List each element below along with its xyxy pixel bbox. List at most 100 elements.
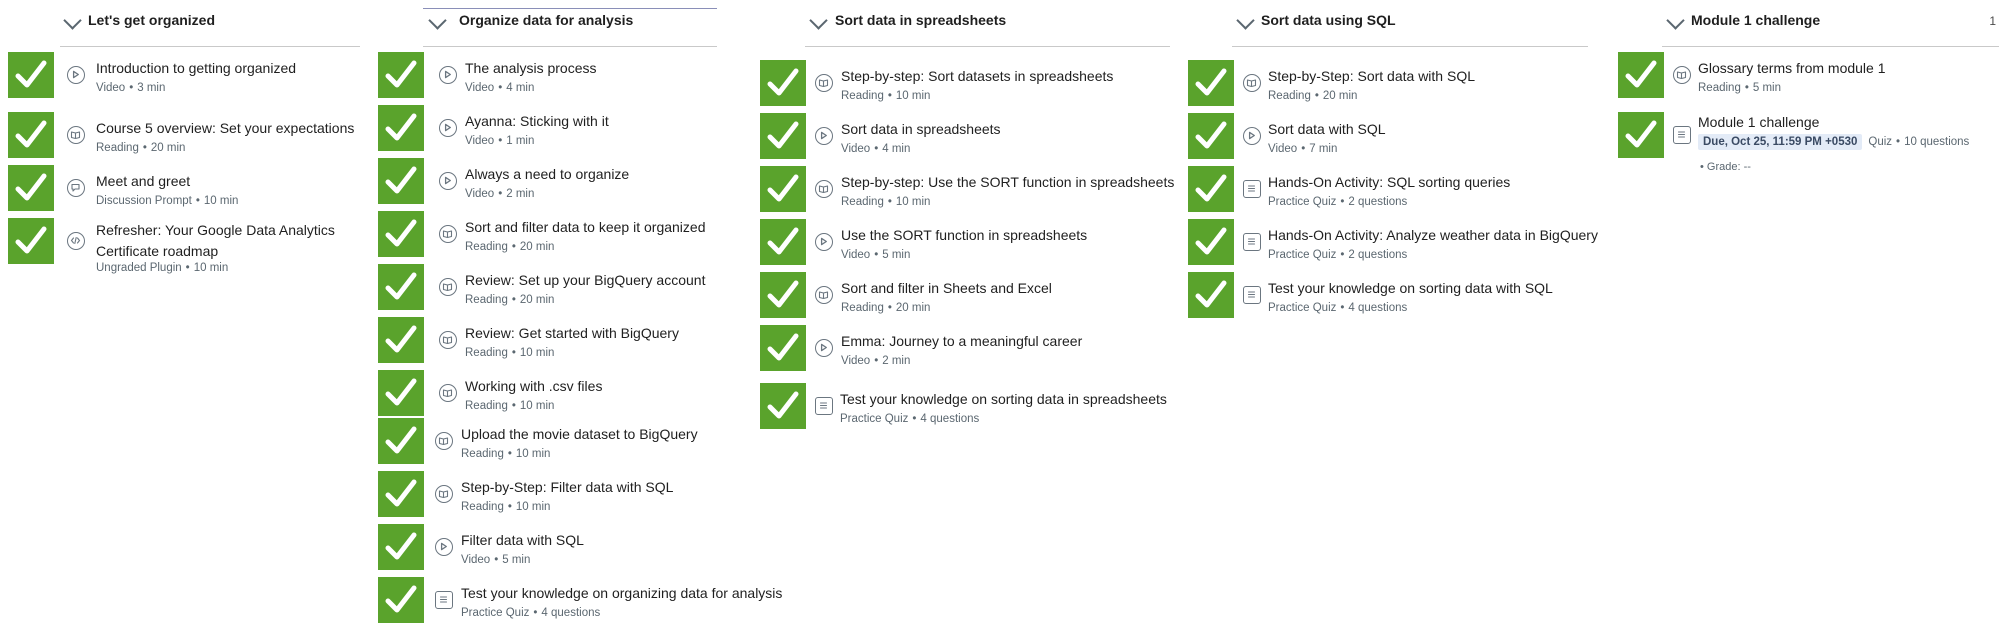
list-item[interactable]: Course 5 overview: Set your expectations… — [0, 112, 360, 160]
item-title[interactable]: Test your knowledge on sorting data in s… — [840, 391, 1167, 407]
item-title[interactable]: Step-by-step: Use the SORT function in s… — [841, 174, 1174, 190]
chevron-down-icon[interactable] — [1666, 11, 1685, 30]
list-item[interactable]: Module 1 challenge Due, Oct 25, 11:59 PM… — [1618, 112, 1999, 182]
list-item[interactable]: Step-by-step: Sort datasets in spreadshe… — [760, 60, 1170, 108]
list-item[interactable]: Test your knowledge on sorting data with… — [1188, 272, 1588, 320]
list-item[interactable]: Review: Get started with BigQuery Readin… — [360, 317, 760, 365]
item-title[interactable]: The analysis process — [465, 60, 597, 76]
completed-check-icon — [760, 60, 806, 106]
list-item[interactable]: Step-by-step: Use the SORT function in s… — [760, 166, 1174, 214]
item-title[interactable]: Working with .csv files — [465, 378, 602, 394]
item-title[interactable]: Hands-On Activity: Analyze weather data … — [1268, 227, 1598, 243]
section-module-1-challenge: Module 1 challenge 1 Glossary terms from… — [1618, 0, 1999, 637]
item-meta: Ungraded Plugin • 10 min — [96, 262, 229, 274]
completed-check-icon — [1188, 272, 1234, 318]
item-title[interactable]: Sort and filter data to keep it organize… — [465, 219, 705, 235]
completed-check-icon — [378, 418, 424, 464]
item-title[interactable]: Step-by-step: Sort datasets in spreadshe… — [841, 68, 1113, 84]
section-header[interactable]: Let's get organized — [60, 0, 360, 47]
book-icon — [435, 432, 453, 450]
item-title[interactable]: Meet and greet — [96, 173, 190, 189]
book-icon — [815, 74, 833, 92]
item-title[interactable]: Step-by-Step: Sort data with SQL — [1268, 68, 1475, 84]
play-icon — [815, 127, 833, 145]
quiz-icon — [1243, 286, 1261, 304]
course-module-page: Let's get organized Introduction to gett… — [0, 0, 1999, 637]
chevron-down-icon[interactable] — [809, 11, 828, 30]
item-title[interactable]: Emma: Journey to a meaningful career — [841, 333, 1082, 349]
item-title[interactable]: Use the SORT function in spreadsheets — [841, 227, 1087, 243]
play-icon — [439, 119, 457, 137]
section-count: 1 — [1989, 14, 1996, 28]
item-meta: Reading • 10 min — [841, 196, 931, 208]
due-date-badge: Due, Oct 25, 11:59 PM +0530 — [1698, 134, 1863, 150]
list-item[interactable]: Sort data with SQL Video • 7 min — [1188, 113, 1588, 161]
section-header[interactable]: Sort data in spreadsheets — [805, 0, 1170, 47]
chevron-down-icon[interactable] — [63, 11, 82, 30]
list-item[interactable]: The analysis process Video • 4 min — [360, 52, 760, 100]
list-item[interactable]: Filter data with SQL Video • 5 min — [360, 524, 760, 572]
item-title[interactable]: Upload the movie dataset to BigQuery — [461, 426, 698, 442]
item-title[interactable]: Review: Get started with BigQuery — [465, 325, 679, 341]
completed-check-icon — [8, 165, 54, 211]
item-title[interactable]: Sort data with SQL — [1268, 121, 1386, 137]
list-item[interactable]: Sort and filter data to keep it organize… — [360, 211, 760, 259]
item-title[interactable]: Course 5 overview: Set your expectations — [96, 120, 354, 136]
quiz-icon — [1243, 180, 1261, 198]
item-meta: Reading • 10 min — [465, 400, 555, 412]
item-meta: Reading • 20 min — [1268, 90, 1358, 102]
list-item[interactable]: Sort data in spreadsheets Video • 4 min — [760, 113, 1170, 161]
chevron-down-icon[interactable] — [1236, 11, 1255, 30]
item-title[interactable]: Module 1 challenge — [1698, 114, 1819, 130]
list-item[interactable]: Step-by-Step: Sort data with SQL Reading… — [1188, 60, 1588, 108]
list-item[interactable]: Ayanna: Sticking with it Video • 1 min — [360, 105, 760, 153]
item-title[interactable]: Test your knowledge on sorting data with… — [1268, 280, 1553, 296]
book-icon — [439, 331, 457, 349]
list-item[interactable]: Meet and greet Discussion Prompt • 10 min — [0, 165, 360, 213]
item-title[interactable]: Introduction to getting organized — [96, 60, 296, 76]
item-title[interactable]: Hands-On Activity: SQL sorting queries — [1268, 174, 1510, 190]
list-item[interactable]: Review: Set up your BigQuery account Rea… — [360, 264, 760, 312]
item-title[interactable]: Ayanna: Sticking with it — [465, 113, 609, 129]
list-item[interactable]: Hands-On Activity: Analyze weather data … — [1188, 219, 1598, 267]
chevron-down-icon[interactable] — [428, 11, 447, 30]
book-icon — [815, 180, 833, 198]
list-item[interactable]: Introduction to getting organized Video •… — [0, 52, 360, 100]
item-title[interactable]: Sort and filter in Sheets and Excel — [841, 280, 1052, 296]
completed-check-icon — [378, 370, 424, 416]
list-item[interactable]: Sort and filter in Sheets and Excel Read… — [760, 272, 1170, 320]
section-header[interactable]: Module 1 challenge 1 — [1662, 0, 1999, 47]
section-header[interactable]: Organize data for analysis — [423, 0, 717, 47]
item-title[interactable]: Refresher: Your Google Data Analytics Ce… — [96, 220, 341, 262]
completed-check-icon — [8, 52, 54, 98]
item-title[interactable]: Glossary terms from module 1 — [1698, 60, 1886, 76]
list-item[interactable]: Test your knowledge on organizing data f… — [360, 577, 782, 625]
play-icon — [439, 66, 457, 84]
list-item[interactable]: Working with .csv files Reading • 10 min — [360, 370, 760, 418]
item-title[interactable]: Step-by-Step: Filter data with SQL — [461, 479, 673, 495]
list-item[interactable]: Step-by-Step: Filter data with SQL Readi… — [360, 471, 760, 519]
list-item[interactable]: Test your knowledge on sorting data in s… — [760, 383, 1170, 431]
item-title[interactable]: Test your knowledge on organizing data f… — [461, 585, 782, 601]
item-meta: Reading • 20 min — [96, 142, 186, 154]
list-item[interactable]: Always a need to organize Video • 2 min — [360, 158, 760, 206]
section-title: Organize data for analysis — [459, 12, 634, 28]
section-header[interactable]: Sort data using SQL — [1232, 0, 1588, 47]
list-item[interactable]: Refresher: Your Google Data Analytics Ce… — [0, 218, 360, 278]
section-sort-data-in-spreadsheets: Sort data in spreadsheets Step-by-step: … — [760, 0, 1174, 637]
list-item[interactable]: Hands-On Activity: SQL sorting queries P… — [1188, 166, 1588, 214]
play-icon — [435, 538, 453, 556]
completed-check-icon — [1618, 112, 1664, 158]
item-title[interactable]: Always a need to organize — [465, 166, 629, 182]
completed-check-icon — [760, 272, 806, 318]
item-title[interactable]: Review: Set up your BigQuery account — [465, 272, 705, 288]
item-meta: Video • 2 min — [465, 188, 535, 200]
completed-check-icon — [8, 112, 54, 158]
item-title[interactable]: Sort data in spreadsheets — [841, 121, 1001, 137]
item-meta: Due, Oct 25, 11:59 PM +0530 Quiz • 10 quest… — [1698, 134, 1969, 150]
list-item[interactable]: Emma: Journey to a meaningful career Vid… — [760, 325, 1170, 373]
list-item[interactable]: Glossary terms from module 1 Reading • 5 m… — [1618, 52, 1999, 100]
item-title[interactable]: Filter data with SQL — [461, 532, 584, 548]
list-item[interactable]: Use the SORT function in spreadsheets Vi… — [760, 219, 1170, 267]
list-item[interactable]: Upload the movie dataset to BigQuery Rea… — [360, 418, 760, 466]
